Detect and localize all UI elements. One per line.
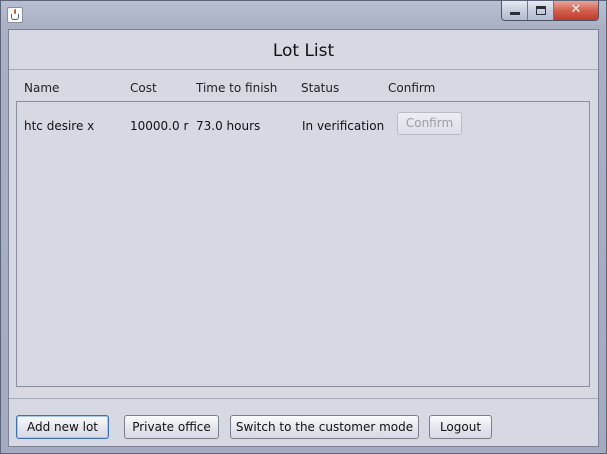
private-office-button[interactable]: Private office [124,415,219,439]
close-button[interactable]: ✕ [554,1,598,20]
title-bar[interactable]: ✕ [1,1,606,27]
add-new-lot-button[interactable]: Add new lot [16,415,109,439]
logout-button[interactable]: Logout [429,415,492,439]
column-header-status: Status [301,81,340,95]
confirm-button[interactable]: Confirm [397,112,462,135]
column-header-confirm: Confirm [388,81,436,95]
column-header-name: Name [24,81,60,95]
lot-list: htc desire x 10000.0 r 73.0 hours In ver… [16,101,590,387]
window-controls: ✕ [501,1,599,21]
content-panel: Lot List Name Cost Time to finish Status… [8,29,599,447]
lot-time: 73.0 hours [196,119,261,133]
minimize-icon [510,12,520,15]
title-divider [9,69,598,70]
lot-name: htc desire x [24,119,95,133]
maximize-button[interactable] [528,1,554,20]
column-header-cost: Cost [130,81,157,95]
column-header-time: Time to finish [196,81,278,95]
app-window: ✕ Lot List Name Cost Time to finish Stat… [0,0,607,454]
maximize-icon [536,6,546,15]
lot-cost: 10000.0 r [130,119,189,133]
lot-status: In verification [302,119,385,133]
minimize-button[interactable] [502,1,528,20]
java-cup-icon[interactable] [7,7,23,23]
footer-divider [9,398,598,399]
switch-customer-mode-button[interactable]: Switch to the customer mode [230,415,419,439]
page-title: Lot List [272,41,335,61]
close-icon: ✕ [570,2,582,17]
